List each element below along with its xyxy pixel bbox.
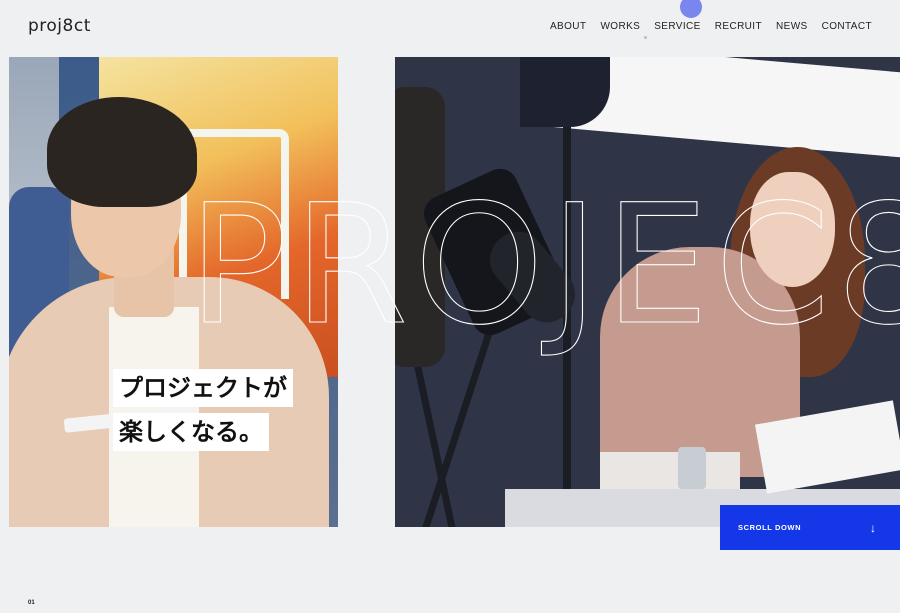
scroll-down-label: SCROLL DOWN [738, 523, 802, 532]
photo-bottle [678, 447, 706, 489]
nav-item-works[interactable]: WORKS [600, 21, 640, 32]
nav-item-about[interactable]: ABOUT [550, 21, 586, 32]
nav-item-recruit[interactable]: RECRUIT [715, 21, 762, 32]
nav-active-dot [644, 36, 647, 39]
photo-woman-face [750, 172, 835, 287]
nav-item-contact[interactable]: CONTACT [822, 21, 872, 32]
main-nav: ABOUT WORKS SERVICE RECRUIT NEWS CONTACT [550, 21, 872, 32]
nav-hover-indicator [680, 0, 702, 18]
photo-light-stand [563, 127, 571, 527]
arrow-down-icon: ↓ [870, 520, 876, 535]
nav-item-service[interactable]: SERVICE [654, 21, 701, 32]
site-logo[interactable]: proj8ct [28, 16, 91, 36]
catchcopy-line-1: プロジェクトが [113, 369, 293, 407]
photo-hair [47, 97, 197, 207]
photo-woman-skirt [600, 452, 740, 492]
nav-item-news[interactable]: NEWS [776, 21, 808, 32]
catchcopy-line-2: 楽しくなる。 [113, 413, 269, 451]
hero-catchcopy: プロジェクトが 楽しくなる。 [113, 369, 293, 457]
scroll-down-button[interactable]: SCROLL DOWN ↓ [720, 505, 900, 550]
photo-softbox-shadow [520, 57, 610, 127]
hero-photo-photoshoot [395, 57, 900, 527]
slide-counter: 01 [28, 600, 35, 606]
